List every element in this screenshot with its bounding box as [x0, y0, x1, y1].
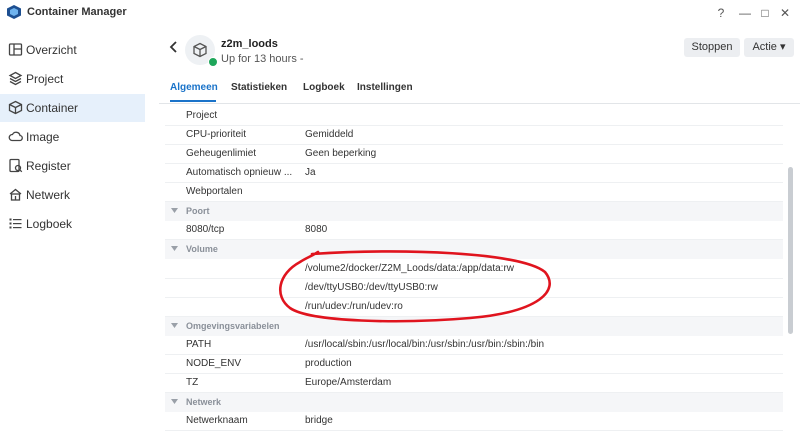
table-row: /run/udev:/run/udev:ro — [165, 298, 783, 317]
field-key: Netwerknaam — [186, 415, 248, 426]
project-icon — [8, 71, 23, 86]
sidebar-item-register[interactable]: Register — [0, 152, 145, 180]
maximize-icon: □ — [761, 6, 769, 20]
tab-statistieken[interactable]: Statistieken — [231, 82, 287, 93]
help-icon: ? — [717, 6, 725, 20]
details-table: Project CPU-prioriteit Gemiddeld Geheuge… — [159, 108, 786, 432]
section-label: Omgevingsvariabelen — [186, 321, 280, 331]
app-title: Container Manager — [27, 6, 127, 18]
tab-logboek[interactable]: Logboek — [303, 82, 345, 93]
sidebar-item-project[interactable]: Project — [0, 65, 145, 93]
volume-mapping: /run/udev:/run/udev:ro — [305, 301, 403, 312]
field-value: bridge — [305, 415, 333, 426]
table-row: Netwerknaam bridge — [165, 412, 783, 431]
section-header-omgevingsvariabelen[interactable]: Omgevingsvariabelen — [165, 317, 783, 336]
chevron-down-icon — [171, 323, 178, 328]
container-icon — [193, 42, 207, 58]
section-label: Volume — [186, 244, 218, 254]
field-key: Webportalen — [186, 186, 243, 197]
sidebar-item-label: Register — [26, 159, 71, 173]
table-row: Automatisch opnieuw ... Ja — [165, 164, 783, 183]
sidebar-item-label: Logboek — [26, 217, 73, 231]
field-key: Automatisch opnieuw ... — [186, 167, 293, 178]
section-header-netwerk[interactable]: Netwerk — [165, 393, 783, 412]
field-value: 8080 — [305, 224, 328, 235]
title-bar: Container Manager ? — □ ✕ — [0, 0, 800, 26]
stop-button[interactable]: Stoppen — [684, 38, 740, 57]
sidebar-item-overzicht[interactable]: Overzicht — [0, 36, 145, 64]
chevron-down-icon — [171, 399, 178, 404]
action-dropdown-button[interactable]: Actie ▾ — [744, 38, 794, 57]
section-label: Poort — [186, 206, 210, 216]
container-name: z2m_loods — [221, 38, 278, 50]
table-row: NODE_ENV production — [165, 355, 783, 374]
tab-divider — [159, 103, 800, 104]
table-row: PATH /usr/local/sbin:/usr/local/bin:/usr… — [165, 336, 783, 355]
overview-icon — [8, 43, 23, 56]
sidebar-item-label: Netwerk — [26, 188, 71, 202]
table-row: /dev/ttyUSB0:/dev/ttyUSB0:rw — [165, 279, 783, 298]
running-status-dot — [208, 57, 218, 67]
chevron-down-icon — [171, 208, 178, 213]
field-value: Ja — [305, 167, 316, 178]
tab-instellingen[interactable]: Instellingen — [357, 82, 413, 93]
log-icon — [9, 218, 22, 229]
field-key: PATH — [186, 339, 212, 350]
maximize-button[interactable]: □ — [756, 4, 774, 22]
table-row: CPU-prioriteit Gemiddeld — [165, 126, 783, 145]
section-label: Netwerk — [186, 397, 222, 407]
close-icon: ✕ — [779, 6, 791, 20]
minimize-button[interactable]: — — [736, 4, 754, 22]
field-key: CPU-prioriteit — [186, 129, 247, 140]
field-value: Geen beperking — [305, 148, 377, 159]
sidebar-item-netwerk[interactable]: Netwerk — [0, 181, 145, 209]
network-icon — [9, 188, 22, 201]
field-key: Project — [186, 110, 218, 121]
sidebar-item-label: Project — [26, 72, 64, 86]
minimize-icon: — — [739, 6, 751, 20]
table-row: 8080/tcp 8080 — [165, 221, 783, 240]
chevron-down-icon — [171, 246, 178, 251]
field-key: Geheugenlimiet — [186, 148, 257, 159]
table-row: Project — [165, 108, 783, 126]
close-button[interactable]: ✕ — [776, 4, 794, 22]
sidebar-item-image[interactable]: Image — [0, 123, 145, 151]
back-chevron-icon[interactable] — [169, 40, 179, 54]
help-button[interactable]: ? — [712, 4, 730, 22]
sidebar-item-label: Overzicht — [26, 43, 77, 57]
vertical-scrollbar[interactable] — [788, 167, 793, 334]
sidebar-item-container[interactable]: Container — [0, 94, 145, 122]
row-divider — [165, 430, 783, 431]
field-value: production — [305, 358, 352, 369]
container-status: Up for 13 hours - — [221, 53, 304, 65]
container-detail-panel: z2m_loods Up for 13 hours - Stoppen Acti… — [159, 26, 800, 432]
image-icon — [8, 131, 23, 142]
sidebar-item-label: Container — [26, 101, 79, 115]
container-icon — [8, 100, 23, 115]
table-row: /volume2/docker/Z2M_Loods/data:/app/data… — [165, 260, 783, 279]
active-tab-indicator — [170, 100, 216, 102]
section-header-volume[interactable]: Volume — [165, 240, 783, 259]
field-key: 8080/tcp — [186, 224, 225, 235]
field-key: TZ — [186, 377, 199, 388]
sidebar-item-logboek[interactable]: Logboek — [0, 210, 145, 238]
volume-mapping: /dev/ttyUSB0:/dev/ttyUSB0:rw — [305, 282, 438, 293]
table-row: TZ Europe/Amsterdam — [165, 374, 783, 393]
table-row: Webportalen — [165, 183, 783, 202]
tab-algemeen[interactable]: Algemeen — [170, 82, 218, 93]
section-header-poort[interactable]: Poort — [165, 202, 783, 221]
volume-mapping: /volume2/docker/Z2M_Loods/data:/app/data… — [305, 263, 515, 274]
registry-icon — [9, 158, 23, 173]
sidebar: Overzicht Project Container Image Regist… — [0, 26, 159, 432]
field-key: NODE_ENV — [186, 358, 242, 369]
field-value: Gemiddeld — [305, 129, 354, 140]
field-value: Europe/Amsterdam — [305, 377, 392, 388]
table-row: Geheugenlimiet Geen beperking — [165, 145, 783, 164]
field-value: /usr/local/sbin:/usr/local/bin:/usr/sbin… — [305, 339, 544, 350]
sidebar-item-label: Image — [26, 130, 60, 144]
container-manager-logo-icon — [7, 5, 21, 19]
